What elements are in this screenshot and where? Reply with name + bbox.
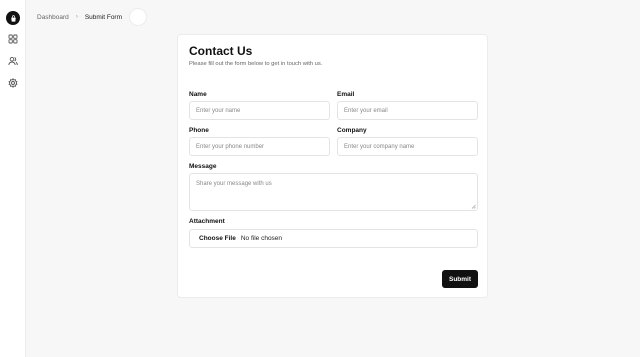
phone-field[interactable]: Enter your phone number — [189, 137, 330, 156]
message-textarea[interactable]: Share your message with us — [189, 173, 478, 211]
form-subtitle: Please fill out the form below to get in… — [189, 61, 323, 67]
breadcrumb: Dashboard › Submit Form — [26, 0, 640, 34]
avatar[interactable] — [129, 8, 148, 26]
file-status-text: No file chosen — [240, 235, 283, 242]
phone-label: Phone — [189, 127, 209, 134]
grid-icon[interactable] — [7, 33, 19, 45]
email-field[interactable]: Enter your email — [337, 101, 478, 120]
gear-icon[interactable] — [7, 77, 19, 89]
resize-handle-icon[interactable] — [471, 204, 476, 209]
email-label: Email — [337, 91, 355, 98]
breadcrumb-current: Submit Form — [84, 13, 123, 21]
company-label: Company — [337, 127, 367, 134]
form-title: Contact Us — [189, 44, 253, 58]
attachment-label: Attachment — [189, 218, 225, 225]
bag-logo-icon[interactable] — [6, 11, 20, 25]
breadcrumb-separator: › — [75, 14, 78, 20]
submit-button[interactable]: Submit — [442, 270, 478, 288]
choose-file-button[interactable]: Choose File — [199, 235, 236, 242]
breadcrumb-dashboard-link[interactable]: Dashboard — [37, 14, 69, 21]
message-label: Message — [189, 163, 217, 170]
company-field[interactable]: Enter your company name — [337, 137, 478, 156]
attachment-file-input[interactable]: Choose File No file chosen — [189, 229, 478, 248]
users-icon[interactable] — [7, 55, 19, 67]
message-placeholder: Share your message with us — [196, 181, 272, 187]
contact-form-card: Contact Us Please fill out the form belo… — [177, 34, 488, 298]
name-label: Name — [189, 91, 207, 98]
sidebar — [0, 0, 26, 357]
name-field[interactable]: Enter your name — [189, 101, 330, 120]
